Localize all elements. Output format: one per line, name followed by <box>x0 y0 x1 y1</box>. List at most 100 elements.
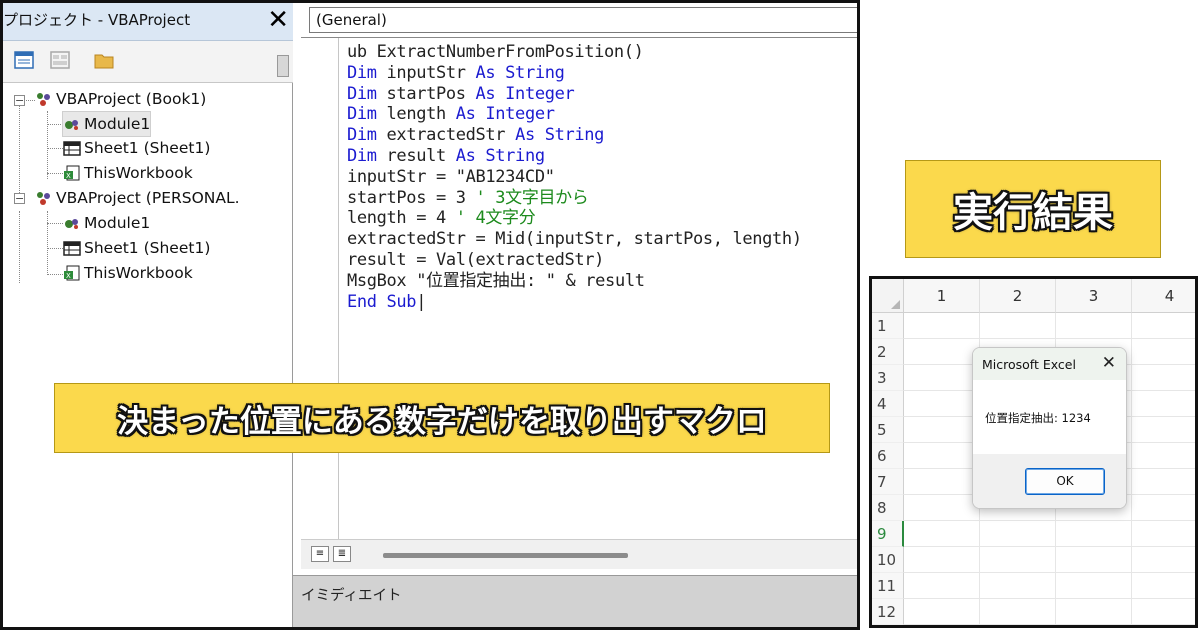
message-box-title-bar: Microsoft Excel ✕ <box>973 348 1126 380</box>
grid-cell[interactable] <box>1132 469 1195 495</box>
code-token: length = 4 <box>347 208 456 229</box>
scroll-down-arrow[interactable] <box>277 55 289 77</box>
row-header[interactable]: 12 <box>872 599 904 625</box>
code-line[interactable]: MsgBox "位置指定抽出: " & result <box>347 271 802 292</box>
grid-cell[interactable] <box>904 521 980 547</box>
code-line[interactable]: result = Val(extractedStr) <box>347 250 802 271</box>
grid-cell[interactable] <box>980 599 1056 625</box>
grid-cell[interactable] <box>1132 521 1195 547</box>
row-header[interactable]: 5 <box>872 417 904 443</box>
horizontal-scrollbar[interactable] <box>383 553 628 558</box>
grid-cell[interactable] <box>904 547 980 573</box>
grid-cell[interactable] <box>1056 521 1132 547</box>
column-header[interactable]: 1 <box>904 279 980 313</box>
grid-cell[interactable] <box>1132 313 1195 339</box>
grid-cell[interactable] <box>904 365 980 391</box>
grid-cell[interactable] <box>1132 443 1195 469</box>
svg-text:X: X <box>66 172 71 180</box>
row-header[interactable]: 9 <box>872 521 904 547</box>
grid-cell[interactable] <box>1132 417 1195 443</box>
code-line[interactable]: inputStr = "AB1234CD" <box>347 167 802 188</box>
code-text[interactable]: ub ExtractNumberFromPosition() Dim inputS… <box>347 42 802 312</box>
tree-item-sheet1[interactable]: Sheet1 (Sheet1) <box>63 236 210 260</box>
code-keyword: As String <box>455 145 545 166</box>
full-module-view-button[interactable]: ≣ <box>333 546 351 562</box>
code-line[interactable]: ub ExtractNumberFromPosition() <box>347 42 802 63</box>
code-token: result = Val(extractedStr) <box>347 249 605 270</box>
grid-cell[interactable] <box>1056 599 1132 625</box>
grid-cell[interactable] <box>1132 391 1195 417</box>
tree-item-module1[interactable]: Module1 <box>61 111 152 137</box>
code-line[interactable]: End Sub| <box>347 292 802 313</box>
code-line[interactable]: extractedStr = Mid(inputStr, startPos, l… <box>347 229 802 250</box>
grid-cell[interactable] <box>980 313 1056 339</box>
code-token: extractedStr <box>386 125 516 146</box>
row-header[interactable]: 11 <box>872 573 904 599</box>
code-keyword: As Integer <box>475 83 575 104</box>
grid-cell[interactable] <box>980 521 1056 547</box>
tree-item-sheet1[interactable]: Sheet1 (Sheet1) <box>63 136 210 160</box>
code-comment: ' 4文字分 <box>455 208 536 229</box>
row-header[interactable]: 1 <box>872 313 904 339</box>
code-line[interactable]: Dim length As Integer <box>347 104 802 125</box>
grid-cell[interactable] <box>1132 495 1195 521</box>
code-line[interactable]: startPos = 3 ' 3文字目から <box>347 188 802 209</box>
ok-button[interactable]: OK <box>1025 468 1105 495</box>
close-icon[interactable]: ✕ <box>1102 353 1116 373</box>
project-explorer-title: プロジェクト - VBAProject <box>3 11 191 29</box>
code-line[interactable]: Dim extractedStr As String <box>347 125 802 146</box>
row-header[interactable]: 7 <box>872 469 904 495</box>
grid-cell[interactable] <box>904 313 980 339</box>
select-all-corner[interactable] <box>872 279 904 313</box>
grid-cell[interactable] <box>1056 313 1132 339</box>
grid-cell[interactable] <box>980 573 1056 599</box>
grid-cell[interactable] <box>980 547 1056 573</box>
grid-cell[interactable] <box>904 469 980 495</box>
grid-cell[interactable] <box>904 339 980 365</box>
view-code-icon[interactable] <box>13 49 35 71</box>
collapse-toggle-book1[interactable]: − <box>14 95 25 106</box>
column-header[interactable]: 3 <box>1056 279 1132 313</box>
grid-cell[interactable] <box>1132 339 1195 365</box>
object-dropdown[interactable]: (General) <box>309 7 857 33</box>
code-editor[interactable]: ub ExtractNumberFromPosition() Dim inputS… <box>301 37 857 540</box>
grid-cell[interactable] <box>904 417 980 443</box>
code-line[interactable]: Dim inputStr As String <box>347 63 802 84</box>
row-header[interactable]: 4 <box>872 391 904 417</box>
grid-cell[interactable] <box>904 391 980 417</box>
row-header[interactable]: 10 <box>872 547 904 573</box>
tree-item-label: ThisWorkbook <box>84 164 193 182</box>
code-line[interactable]: length = 4 ' 4文字分 <box>347 208 802 229</box>
tree-item-vbaproject-book1[interactable]: VBAProject (Book1) <box>35 87 206 111</box>
grid-cell[interactable] <box>1056 547 1132 573</box>
grid-cell[interactable] <box>904 599 980 625</box>
code-token: startPos <box>386 83 476 104</box>
toggle-folders-icon[interactable] <box>93 49 115 71</box>
row-header[interactable]: 6 <box>872 443 904 469</box>
view-object-icon[interactable] <box>49 49 71 71</box>
grid-cell[interactable] <box>904 573 980 599</box>
grid-cell[interactable] <box>1056 573 1132 599</box>
tree-item-thisworkbook[interactable]: X ThisWorkbook <box>63 161 193 185</box>
grid-cell[interactable] <box>904 495 980 521</box>
immediate-window[interactable]: イミディエイト <box>293 575 857 627</box>
row-header[interactable]: 8 <box>872 495 904 521</box>
tree-item-vbaproject-personal[interactable]: VBAProject (PERSONAL. <box>35 186 240 210</box>
grid-cell[interactable] <box>904 443 980 469</box>
close-icon[interactable]: ✕ <box>267 5 289 35</box>
row-header[interactable]: 3 <box>872 365 904 391</box>
grid-cell[interactable] <box>1132 573 1195 599</box>
column-header[interactable]: 4 <box>1132 279 1195 313</box>
grid-cell[interactable] <box>1132 599 1195 625</box>
svg-text:X: X <box>66 272 71 280</box>
tree-item-module1[interactable]: Module1 <box>63 211 150 235</box>
grid-cell[interactable] <box>1132 547 1195 573</box>
row-header[interactable]: 2 <box>872 339 904 365</box>
procedure-view-button[interactable]: ≡ <box>311 546 329 562</box>
grid-cell[interactable] <box>1132 365 1195 391</box>
column-header[interactable]: 2 <box>980 279 1056 313</box>
tree-item-thisworkbook[interactable]: X ThisWorkbook <box>63 261 193 285</box>
code-line[interactable]: Dim result As String <box>347 146 802 167</box>
code-line[interactable]: Dim startPos As Integer <box>347 84 802 105</box>
collapse-toggle-personal[interactable]: − <box>14 193 25 204</box>
